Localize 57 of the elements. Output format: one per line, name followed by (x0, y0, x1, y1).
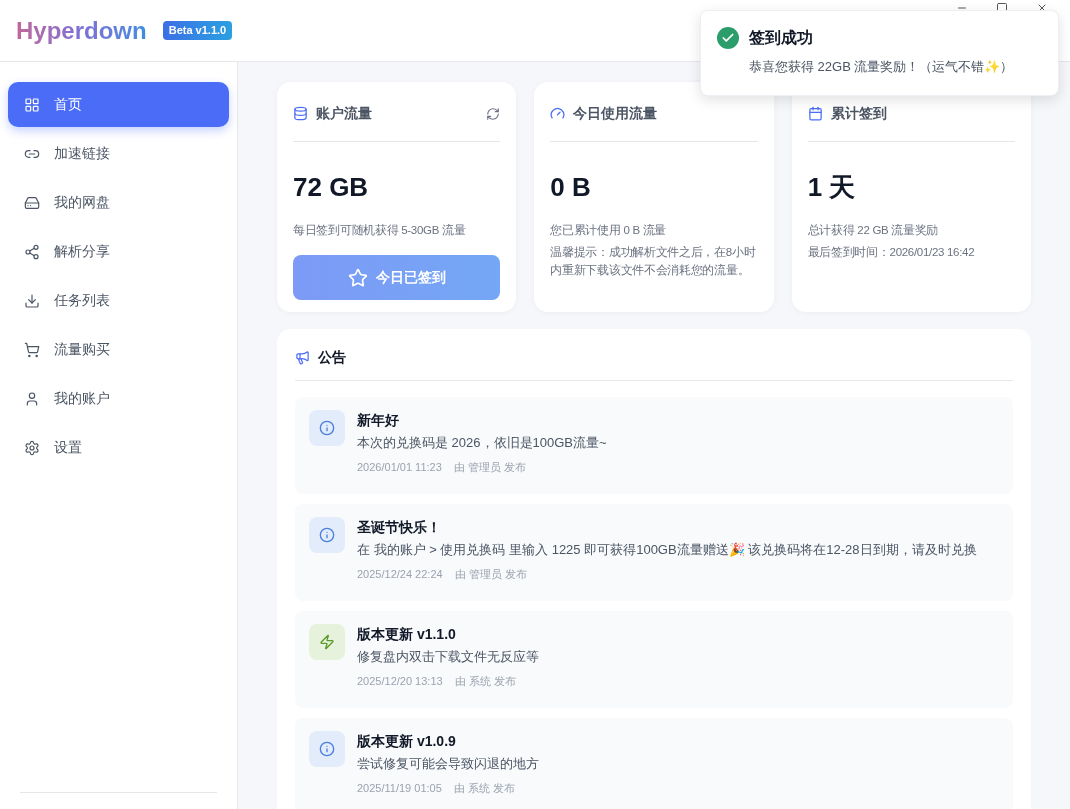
info-icon (309, 410, 345, 446)
refresh-icon[interactable] (486, 106, 501, 121)
database-icon (293, 106, 308, 121)
gauge-icon (550, 106, 566, 121)
card-text: 温馨提示：成功解析文件之后，在8小时内重新下载该文件不会消耗您的流量。 (550, 245, 757, 278)
megaphone-icon (295, 350, 310, 365)
sidebar-item[interactable]: 解析分享 (8, 229, 229, 274)
announcement-time: 2025/12/24 22:24 (357, 567, 443, 582)
sidebar-item[interactable]: 我的账户 (8, 376, 229, 421)
calendar-icon (807, 106, 823, 121)
announcement-title: 圣诞节快乐！ (357, 518, 442, 537)
announcement-title: 版本更新 v1.1.0 (357, 625, 457, 644)
info-icon (309, 731, 345, 767)
drive-icon (24, 194, 40, 211)
sidebar-item[interactable]: 我的网盘 (8, 180, 229, 225)
announcement-text: 本次的兑换码是 2026，依旧是100GB流量~ (357, 434, 607, 452)
download-icon (24, 292, 40, 309)
stat-value: 0 B (550, 171, 592, 204)
info-icon (309, 517, 345, 553)
sidebar-item[interactable]: 首页 (8, 82, 229, 127)
toast-message: 恭喜您获得 22GB 流量奖励！（运气不错✨） (749, 58, 1014, 76)
stat-value: 72 GB (293, 171, 370, 204)
announcement-text: 尝试修复可能会导致闪退的地方 (357, 755, 539, 773)
card-text: 最后签到时间：2026/01/23 16:42 (807, 245, 976, 260)
settings-icon (24, 439, 40, 456)
version-badge: Beta v1.1.0 (162, 21, 233, 40)
toast-title: 签到成功 (749, 28, 814, 48)
panel-title: 公告 (318, 348, 346, 367)
announcement-time: 2026/01/01 11:23 (357, 460, 442, 475)
announcement-author: 由 系统 发布 (454, 674, 516, 689)
sidebar-item[interactable]: 设置 (8, 425, 229, 470)
card-title: 今日使用流量 (573, 104, 658, 123)
announcement-author: 由 管理员 发布 (453, 460, 526, 475)
announcement-text: 修复盘内双击下载文件无反应等 (357, 648, 539, 666)
announcement-time: 2025/11/19 01:05 (357, 781, 442, 796)
sidebar-item[interactable]: 加速链接 (8, 131, 229, 176)
user-icon (24, 390, 40, 407)
cart-icon (24, 341, 40, 358)
success-icon (717, 27, 739, 49)
announcement-title: 新年好 (357, 411, 400, 430)
card-text: 您已累计使用 0 B 流量 (550, 223, 668, 238)
card-text: 每日签到可随机获得 5-30GB 流量 (293, 223, 467, 238)
grid-icon (24, 96, 40, 113)
star-icon (347, 267, 368, 288)
announcement-text: 在 我的账户 > 使用兑换码 里输入 1225 即可获得100GB流量赠送🎉 该兑换码将在12-28日到期，请及时兑换 (357, 541, 977, 559)
sidebar-item[interactable]: 任务列表 (8, 278, 229, 323)
lightning-icon (309, 624, 345, 660)
card-title: 账户流量 (316, 104, 372, 123)
stat-value: 1 天 (807, 171, 857, 204)
announcement-author: 由 系统 发布 (453, 781, 515, 796)
announcement-author: 由 管理员 发布 (454, 567, 527, 582)
announcement-title: 版本更新 v1.0.9 (357, 732, 457, 751)
announcement-time: 2025/12/20 13:13 (357, 674, 443, 689)
card-title: 累计签到 (830, 104, 887, 123)
share-icon (24, 243, 40, 260)
card-text: 总计获得 22 GB 流量奖励 (807, 223, 940, 238)
sidebar-item[interactable]: 流量购买 (8, 327, 229, 372)
